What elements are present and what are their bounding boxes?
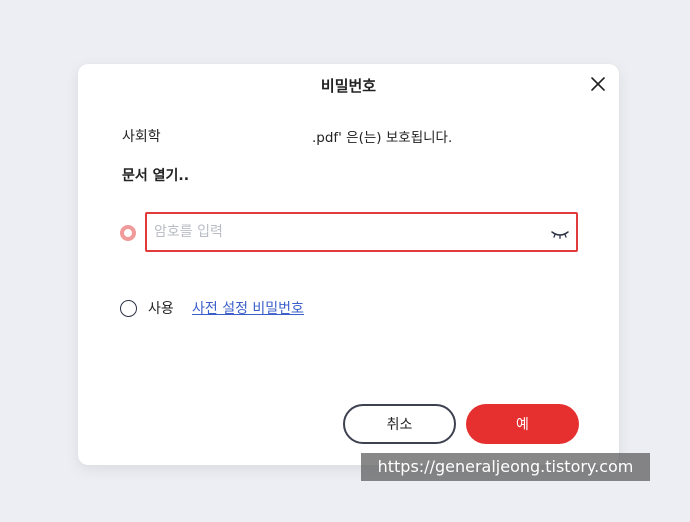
close-icon (591, 77, 605, 91)
password-dialog: 비밀번호 사회학 .pdf' 은(는) 보호됩니다. 문서 열기.. 사용 사전… (78, 64, 619, 465)
preset-password-link[interactable]: 사전 설정 비밀번호 (192, 298, 304, 318)
dialog-title: 비밀번호 (320, 77, 377, 95)
password-radio[interactable] (120, 225, 136, 241)
protected-message: .pdf' 은(는) 보호됩니다. (312, 130, 453, 146)
ok-button[interactable]: 예 (466, 404, 579, 444)
close-button[interactable] (589, 75, 607, 93)
watermark: https://generaljeong.tistory.com (361, 453, 650, 481)
file-name: 사회학 (122, 129, 161, 145)
preset-password-radio[interactable] (120, 300, 137, 317)
show-password-toggle[interactable] (550, 226, 570, 239)
open-document-label: 문서 열기.. (122, 168, 190, 184)
cancel-button[interactable]: 취소 (343, 404, 456, 444)
use-label: 사용 (148, 301, 174, 317)
password-input[interactable] (154, 221, 534, 243)
password-field[interactable] (145, 212, 578, 252)
eye-closed-icon (551, 231, 569, 239)
